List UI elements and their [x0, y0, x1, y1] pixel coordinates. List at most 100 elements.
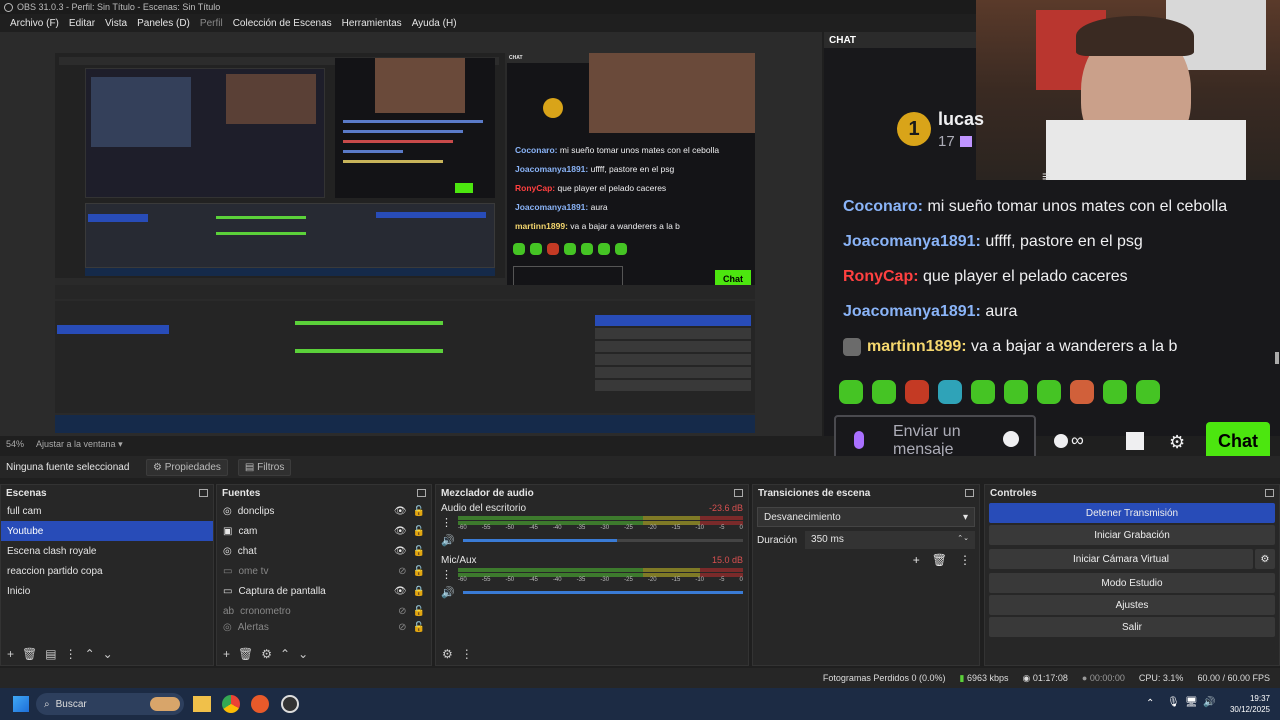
- store-icon[interactable]: [1126, 432, 1144, 450]
- down-arrow-icon[interactable]: ⌄: [103, 647, 113, 661]
- menu-perfil[interactable]: Perfil: [195, 18, 228, 29]
- eye-icon[interactable]: 👁: [394, 546, 407, 557]
- scene-item[interactable]: reaccion partido copa: [1, 561, 213, 581]
- chat-username[interactable]: Joacomanya1891: [843, 233, 976, 250]
- spin-arrows-icon[interactable]: ⌃⌄: [957, 534, 969, 546]
- chat-username[interactable]: martinn1899: [867, 338, 961, 355]
- scene-item[interactable]: Youtube: [1, 521, 213, 541]
- ea-app-icon[interactable]: [251, 695, 269, 713]
- volume-icon[interactable]: 🔊: [1203, 697, 1215, 708]
- chat-scrollbar[interactable]: [1275, 352, 1279, 364]
- virtual-camera-settings-icon[interactable]: ⚙: [1255, 549, 1275, 569]
- chat-send-button[interactable]: Chat: [1206, 422, 1270, 460]
- fit-window-dropdown[interactable]: Ajustar a la ventana ▾: [36, 439, 123, 450]
- chrome-icon[interactable]: [222, 695, 240, 713]
- windows-start-icon[interactable]: [13, 696, 29, 712]
- scene-item[interactable]: Inicio: [1, 581, 213, 601]
- trash-icon[interactable]: 🗑: [932, 553, 947, 567]
- tray-chevron-icon[interactable]: ⌃: [1146, 698, 1154, 709]
- menu-paneles[interactable]: Paneles (D): [132, 18, 195, 29]
- source-item[interactable]: ◎ donclips 👁 🔓: [217, 501, 431, 521]
- properties-button[interactable]: ⚙ Propiedades: [146, 458, 228, 476]
- menu-archivo[interactable]: Archivo (F): [5, 18, 64, 29]
- settings-icon[interactable]: ⚙: [1169, 432, 1185, 453]
- unlock-icon[interactable]: 🔓: [413, 622, 425, 633]
- menu-editar[interactable]: Editar: [64, 18, 100, 29]
- trash-icon[interactable]: 🗑: [22, 647, 37, 661]
- emote-icon[interactable]: [1103, 380, 1127, 404]
- network-icon[interactable]: 🖥: [1185, 697, 1198, 708]
- source-item[interactable]: ▣ cam 👁 🔓: [217, 521, 431, 541]
- volume-slider[interactable]: [462, 591, 743, 594]
- speaker-icon[interactable]: 🔊: [441, 586, 455, 599]
- taskbar-search[interactable]: ⌕ Buscar: [36, 693, 184, 715]
- virtual-camera-button[interactable]: Iniciar Cámara Virtual: [989, 549, 1253, 569]
- emote-icon[interactable]: [971, 380, 995, 404]
- duration-spinbox[interactable]: 350 ms ⌃⌄: [805, 531, 975, 549]
- eye-hidden-icon[interactable]: ⊘: [398, 606, 406, 617]
- menu-coleccion-escenas[interactable]: Colección de Escenas: [228, 18, 337, 29]
- add-icon[interactable]: +: [223, 647, 230, 661]
- eye-icon[interactable]: 👁: [394, 506, 407, 517]
- gear-icon[interactable]: ⚙: [261, 647, 272, 661]
- clock[interactable]: 19:37 30/12/2025: [1230, 693, 1270, 715]
- menu-herramientas[interactable]: Herramientas: [337, 18, 407, 29]
- add-icon[interactable]: +: [7, 647, 14, 661]
- eye-icon[interactable]: 👁: [394, 526, 407, 537]
- emote-icon[interactable]: [905, 380, 929, 404]
- speaker-icon[interactable]: 🔊: [441, 534, 455, 547]
- down-arrow-icon[interactable]: ⌄: [298, 647, 308, 661]
- obs-taskbar-icon[interactable]: [281, 695, 299, 713]
- up-arrow-icon[interactable]: ⌃: [280, 647, 290, 661]
- unlock-icon[interactable]: 🔓: [413, 506, 425, 517]
- more-icon[interactable]: ⋮: [959, 553, 971, 567]
- chat-username[interactable]: Joacomanya1891: [843, 303, 976, 320]
- file-explorer-icon[interactable]: [193, 696, 211, 712]
- volume-slider[interactable]: [462, 539, 743, 542]
- emoji-icon[interactable]: [1003, 431, 1019, 447]
- source-item[interactable]: ab cronometro ⊘ 🔓: [217, 601, 431, 621]
- trash-icon[interactable]: 🗑: [238, 647, 253, 661]
- add-icon[interactable]: +: [913, 553, 920, 567]
- emote-icon[interactable]: [938, 380, 962, 404]
- undock-icon[interactable]: [1265, 489, 1274, 497]
- microphone-icon[interactable]: [854, 431, 864, 449]
- source-item[interactable]: ◎ Alertas ⊘ 🔓: [217, 621, 431, 633]
- source-item[interactable]: ▭ Captura de pantalla 👁 🔒: [217, 581, 431, 601]
- source-item[interactable]: ▭ ome tv ⊘ 🔓: [217, 561, 431, 581]
- up-arrow-icon[interactable]: ⌃: [85, 647, 95, 661]
- more-icon[interactable]: ⋮: [441, 568, 452, 583]
- source-item[interactable]: ◎ chat 👁 🔓: [217, 541, 431, 561]
- unlock-icon[interactable]: 🔓: [413, 606, 425, 617]
- menu-vista[interactable]: Vista: [100, 18, 132, 29]
- eye-icon[interactable]: 👁: [394, 586, 407, 597]
- menu-ayuda[interactable]: Ayuda (H): [407, 18, 462, 29]
- emote-icon[interactable]: [839, 380, 863, 404]
- microphone-tray-icon[interactable]: 🎙: [1167, 697, 1180, 708]
- filters-button[interactable]: ▤ Filtros: [237, 458, 292, 476]
- settings-button[interactable]: Ajustes: [989, 595, 1275, 615]
- unlock-icon[interactable]: 🔓: [413, 566, 425, 577]
- undock-icon[interactable]: [965, 489, 974, 497]
- more-icon[interactable]: ⋮: [461, 647, 473, 661]
- transition-select[interactable]: Desvanecimiento ▾: [757, 507, 975, 527]
- start-recording-button[interactable]: Iniciar Grabación: [989, 525, 1275, 545]
- studio-mode-button[interactable]: Modo Estudio: [989, 573, 1275, 593]
- chat-username[interactable]: RonyCap: [843, 268, 913, 285]
- exit-button[interactable]: Salir: [989, 617, 1275, 637]
- eye-hidden-icon[interactable]: ⊘: [398, 622, 406, 633]
- emote-icon[interactable]: [1037, 380, 1061, 404]
- emote-icon[interactable]: [1004, 380, 1028, 404]
- undock-icon[interactable]: [417, 489, 426, 497]
- filter-icon[interactable]: ▤: [45, 647, 56, 661]
- stop-stream-button[interactable]: Detener Transmisión: [989, 503, 1275, 523]
- gear-icon[interactable]: ⚙: [442, 647, 453, 661]
- more-icon[interactable]: ⋮: [65, 647, 77, 661]
- chat-username[interactable]: Coconaro: [843, 198, 918, 215]
- lock-icon[interactable]: 🔒: [413, 586, 425, 597]
- bits-button[interactable]: ∞: [1054, 430, 1084, 451]
- undock-icon[interactable]: [199, 489, 208, 497]
- scene-item[interactable]: Escena clash royale: [1, 541, 213, 561]
- more-icon[interactable]: ⋮: [441, 516, 452, 531]
- scene-item[interactable]: full cam: [1, 501, 213, 521]
